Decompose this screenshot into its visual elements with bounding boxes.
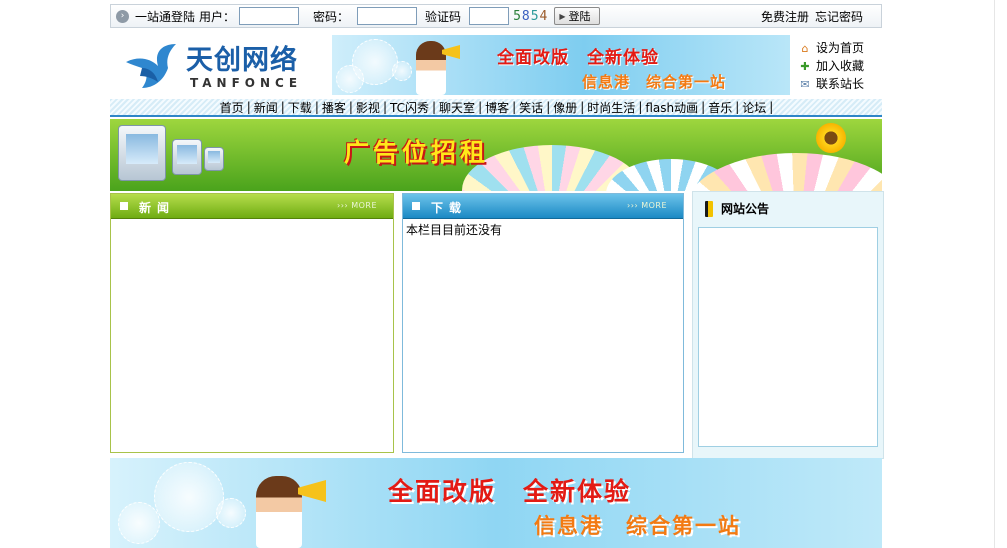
dandelion-decoration	[154, 462, 224, 532]
notice-panel-title: 网站公告	[721, 202, 770, 216]
favorite-icon: ✚	[800, 59, 810, 73]
download-panel-title: 下载	[431, 201, 468, 215]
nav-item-blog[interactable]: 博客	[483, 99, 511, 116]
nav-item-fashion[interactable]: 时尚生活	[585, 99, 637, 116]
square-bullet-icon	[120, 202, 128, 210]
umbrella-decoration	[686, 153, 882, 191]
vertical-scrollbar[interactable]	[994, 0, 1007, 548]
computer-icon	[172, 139, 202, 175]
logo-text-en: TANFONCE	[190, 76, 303, 90]
main-nav: 首页 | 新闻 | 下载 | 播客 | 影视 | TC闪秀 | 聊天室 | 博客 | 笑话 | 像…	[110, 99, 882, 117]
contact-admin-link[interactable]: ✉ 联系站长	[798, 75, 882, 93]
nav-item-video[interactable]: 影视	[354, 99, 382, 116]
banner-headline: 全面改版 全新体验	[497, 48, 659, 68]
nav-item-tc-show[interactable]: TC闪秀	[388, 99, 431, 116]
captcha-label: 验证码	[425, 9, 462, 24]
mail-icon: ✉	[800, 77, 810, 91]
logo-text-cn: 天创网络	[186, 45, 298, 76]
login-button[interactable]: ▶ 登陆	[554, 7, 600, 25]
girl-illustration	[256, 476, 302, 548]
nav-item-home[interactable]: 首页	[218, 99, 246, 116]
nav-item-forum[interactable]: 论坛	[740, 99, 768, 116]
captcha-input[interactable]	[469, 7, 510, 25]
top-banner[interactable]: 全面改版 全新体验 信息港 综合第一站	[332, 35, 790, 95]
banner-subline: 信息港 综合第一站	[582, 73, 727, 91]
arrow-right-icon: ›	[116, 9, 129, 23]
news-more-link[interactable]: ››› MORE	[337, 201, 377, 210]
bird-logo-icon	[126, 44, 176, 88]
bottom-banner[interactable]: 全面改版 全新体验 信息港 综合第一站	[110, 458, 882, 548]
login-links: 免费注册 忘记密码	[761, 8, 863, 25]
ad-text: 广告位招租	[344, 138, 490, 167]
password-label: 密码：	[313, 9, 350, 24]
square-bullet-icon	[412, 202, 420, 210]
nav-item-flash[interactable]: flash动画	[643, 99, 700, 116]
nav-item-music[interactable]: 音乐	[706, 99, 734, 116]
forgot-password-link[interactable]: 忘记密码	[815, 8, 863, 25]
ad-banner[interactable]: 广告位招租	[110, 119, 882, 191]
download-empty-text: 本栏目目前还没有	[406, 223, 503, 237]
play-icon: ▶	[559, 11, 566, 21]
computer-icon	[118, 125, 166, 181]
register-link[interactable]: 免费注册	[761, 8, 809, 25]
computer-icon	[204, 147, 224, 171]
login-intro: 一站通登陆	[135, 9, 196, 24]
nav-item-news[interactable]: 新闻	[252, 99, 280, 116]
quick-links: ⌂ 设为首页 ✚ 加入收藏 ✉ 联系站长	[798, 39, 882, 93]
password-input[interactable]	[357, 7, 418, 25]
nav-item-download[interactable]: 下载	[286, 99, 314, 116]
notice-panel-header: 网站公告	[705, 200, 769, 217]
page: › 一站通登陆 用户： 密码： 验证码 5854 ▶ 登陆 免费注册 忘记密码 …	[110, 0, 884, 548]
home-icon: ⌂	[801, 41, 809, 55]
login-bar: › 一站通登陆 用户： 密码： 验证码 5854 ▶ 登陆 免费注册 忘记密码	[110, 4, 882, 28]
megaphone-icon	[298, 480, 326, 502]
captcha-image: 5854	[513, 8, 549, 24]
download-panel: 下载 ››› MORE 本栏目目前还没有	[402, 193, 684, 453]
dandelion-decoration	[336, 65, 364, 93]
nav-item-album[interactable]: 像册	[551, 99, 579, 116]
site-logo[interactable]: 天创网络 TANFONCE	[124, 38, 324, 94]
notice-content	[698, 227, 878, 447]
book-icon	[705, 200, 713, 217]
nav-item-podcast[interactable]: 播客	[320, 99, 348, 116]
dandelion-decoration	[216, 498, 246, 528]
bottom-banner-headline: 全面改版 全新体验	[388, 477, 632, 506]
dandelion-decoration	[118, 502, 160, 544]
add-favorite-link[interactable]: ✚ 加入收藏	[798, 57, 882, 75]
news-panel: 新闻 ››› MORE	[110, 193, 394, 453]
notice-panel: 网站公告	[692, 191, 884, 459]
dandelion-decoration	[392, 61, 412, 81]
news-panel-title: 新闻	[139, 201, 176, 215]
download-panel-header: 下载 ››› MORE	[403, 194, 683, 219]
header: 天创网络 TANFONCE 全面改版 全新体验 信息港 综合第一站 ⌂ 设为首页…	[110, 33, 882, 97]
girl-illustration	[416, 41, 446, 95]
set-homepage-link[interactable]: ⌂ 设为首页	[798, 39, 882, 57]
nav-item-jokes[interactable]: 笑话	[517, 99, 545, 116]
bottom-banner-subline: 信息港 综合第一站	[534, 514, 741, 538]
sunflower-icon	[816, 123, 846, 153]
login-button-label: 登陆	[568, 10, 591, 23]
download-more-link[interactable]: ››› MORE	[627, 201, 667, 210]
nav-item-chatroom[interactable]: 聊天室	[437, 99, 477, 116]
news-panel-header: 新闻 ››› MORE	[111, 194, 393, 219]
user-label: 用户：	[199, 9, 236, 24]
username-input[interactable]	[239, 7, 300, 25]
news-list	[111, 219, 393, 223]
